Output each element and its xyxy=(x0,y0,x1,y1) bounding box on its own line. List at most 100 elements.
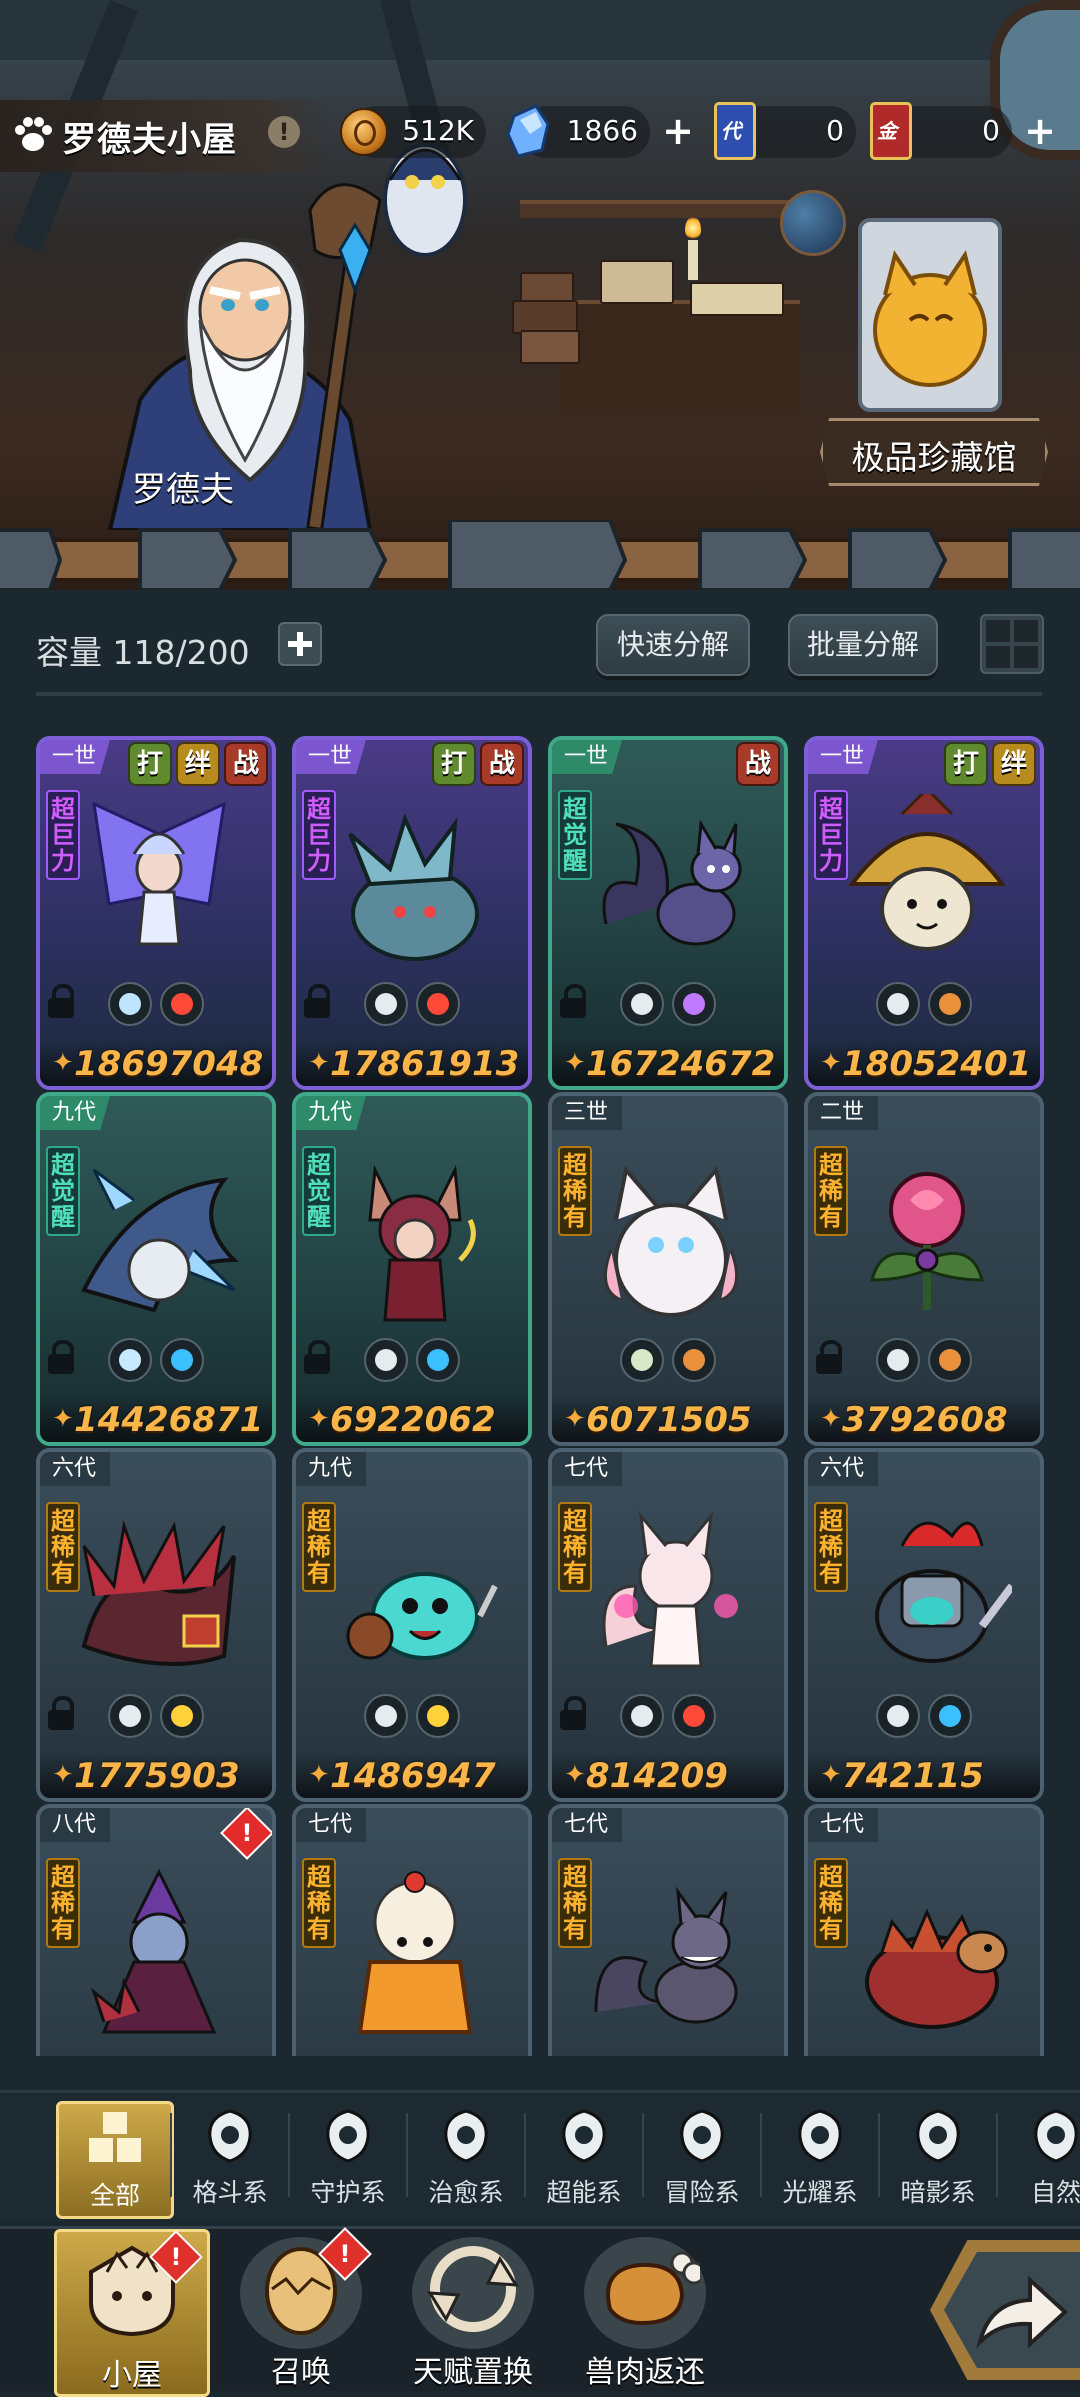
grid-view-button[interactable] xyxy=(980,614,1044,674)
category-label: 光耀系 xyxy=(782,2178,858,2207)
power-icon: ✦ xyxy=(820,1048,842,1078)
category-tab[interactable]: 冒险系 xyxy=(646,2101,758,2213)
pet-portrait xyxy=(81,1168,239,1313)
generation-label: 三世 xyxy=(552,1096,623,1130)
lock-icon[interactable] xyxy=(304,984,330,1018)
lock-icon[interactable] xyxy=(48,1696,74,1730)
golden-cat-statue xyxy=(858,218,1002,412)
category-tab[interactable]: 守护系 xyxy=(292,2101,404,2213)
pet-card[interactable]: 八代! 超稀有 xyxy=(36,1804,276,2056)
quick-decompose-button[interactable]: 快速分解 xyxy=(596,614,750,676)
nav-summon[interactable]: 召唤! xyxy=(226,2227,376,2391)
pet-card[interactable]: 六代 超稀有 ✦ 742115 xyxy=(804,1448,1044,1802)
nav-hut[interactable]: 小屋! xyxy=(54,2229,210,2397)
power-icon: ✦ xyxy=(820,1760,842,1790)
expand-capacity-button[interactable] xyxy=(278,622,322,666)
fist-icon xyxy=(208,2109,252,2163)
trait-tag: 战 xyxy=(480,742,524,786)
power-icon: ✦ xyxy=(820,1404,842,1434)
element-icons xyxy=(876,982,972,1026)
power-bar: ✦ 742115 xyxy=(808,1752,1040,1798)
category-label: 守护系 xyxy=(310,2178,386,2207)
generation-label: 七代 xyxy=(296,1808,367,1842)
globe xyxy=(780,190,846,256)
pet-card[interactable]: 九代 超觉醒 ✦ 14426871 xyxy=(36,1092,276,1446)
trait-tag: 战 xyxy=(736,742,780,786)
pet-card[interactable]: 一世打绊超巨力 ✦ 18052401 xyxy=(804,736,1044,1090)
lock-icon[interactable] xyxy=(560,984,586,1018)
generation-label: 九代 xyxy=(296,1096,367,1130)
tab-separator xyxy=(288,2113,290,2197)
pet-portrait xyxy=(602,819,742,946)
pet-card[interactable]: 六代 超稀有 ✦ 1775903 xyxy=(36,1448,276,1802)
generation-label: 七代 xyxy=(552,1808,623,1842)
earth-icon xyxy=(928,1338,972,1382)
pet-card[interactable]: 七代 超稀有 ✦ 814209 xyxy=(548,1448,788,1802)
category-tab[interactable]: 超能系 xyxy=(528,2101,640,2213)
category-label: 冒险系 xyxy=(664,2178,740,2207)
power-value: 18697048 xyxy=(74,1044,264,1084)
trait-tag: 打 xyxy=(128,742,172,786)
power-value: 1775903 xyxy=(74,1756,240,1796)
trait-tag: 打 xyxy=(944,742,988,786)
coin-value: 512K xyxy=(402,114,474,147)
category-label: 超能系 xyxy=(546,2178,622,2207)
pet-portrait xyxy=(594,1886,738,2024)
pet-card[interactable]: 七代 超稀有 xyxy=(292,1804,532,2056)
pet-card[interactable]: 七代 超稀有 xyxy=(804,1804,1044,2056)
category-label: 自然 xyxy=(1030,2178,1080,2207)
trait-tag: 绊 xyxy=(992,742,1036,786)
power-bar: ✦ 18697048 xyxy=(40,1040,272,1086)
hut-title-plate: 罗德夫小屋 ! xyxy=(0,100,330,172)
power-value: 14426871 xyxy=(74,1400,264,1440)
category-tab[interactable]: 全部 xyxy=(56,2101,174,2219)
category-tabs: 全部 格斗系 守护系 治愈系 超能系 冒险系 光耀系 暗影系 自然 xyxy=(0,2090,1080,2221)
power-value: 742115 xyxy=(842,1756,984,1796)
add-gold-card-button[interactable]: + xyxy=(1024,112,1056,150)
earth-icon xyxy=(928,982,972,1026)
element-icons xyxy=(876,1694,972,1738)
pet-grid: 一世打绊战超巨力 ✦ 18697048 一世打战超巨力 ✦ 17861913 一世战超觉醒 ✦… xyxy=(36,736,1046,2056)
fire-icon xyxy=(160,982,204,1026)
generation-label: 二世 xyxy=(808,1096,879,1130)
pet-card[interactable]: 二世 超稀有 ✦ 3792608 xyxy=(804,1092,1044,1446)
power-value: 814209 xyxy=(586,1756,728,1796)
category-tab[interactable]: 暗影系 xyxy=(882,2101,994,2213)
pet-card[interactable]: 一世打绊战超巨力 ✦ 18697048 xyxy=(36,736,276,1090)
pet-card[interactable]: 三世 超稀有 ✦ 6071505 xyxy=(548,1092,788,1446)
category-tab[interactable]: 治愈系 xyxy=(410,2101,522,2213)
info-icon[interactable]: ! xyxy=(268,116,300,148)
nav-meat-refund[interactable]: 兽肉返还 xyxy=(570,2229,720,2391)
power-bar: ✦ 16724672 xyxy=(552,1040,784,1086)
book xyxy=(512,300,578,334)
pet-card[interactable]: 七代 超稀有 xyxy=(548,1804,788,2056)
category-tab[interactable]: 格斗系 xyxy=(174,2101,286,2213)
add-crystal-button[interactable]: + xyxy=(662,112,694,150)
pet-card[interactable]: 九代 超觉醒 ✦ 6922062 xyxy=(292,1092,532,1446)
category-tab[interactable]: 自然 xyxy=(1000,2101,1080,2213)
museum-button[interactable]: 极品珍藏馆 xyxy=(820,418,1048,486)
lock-icon[interactable] xyxy=(304,1340,330,1374)
lock-icon[interactable] xyxy=(560,1696,586,1730)
nav-talent-swap[interactable]: 天赋置换 xyxy=(398,2229,548,2391)
category-tab[interactable]: 光耀系 xyxy=(764,2101,876,2213)
generation-label: 一世 xyxy=(808,740,879,774)
pet-portrait xyxy=(847,794,1007,951)
pet-portrait xyxy=(870,1172,984,1310)
element-icons xyxy=(108,1338,204,1382)
wooden-fence xyxy=(0,520,1080,590)
lock-icon[interactable] xyxy=(48,984,74,1018)
lock-icon[interactable] xyxy=(816,1340,842,1374)
category-label: 治愈系 xyxy=(428,2178,504,2207)
power-icon: ✦ xyxy=(308,1760,330,1790)
tab-separator xyxy=(524,2113,526,2197)
lock-icon[interactable] xyxy=(48,1340,74,1374)
generation-label: 六代 xyxy=(40,1452,111,1486)
category-label: 格斗系 xyxy=(192,2178,268,2207)
pet-card[interactable]: 一世战超觉醒 ✦ 16724672 xyxy=(548,736,788,1090)
pet-card[interactable]: 一世打战超巨力 ✦ 17861913 xyxy=(292,736,532,1090)
pet-card[interactable]: 九代 超稀有 ✦ 1486947 xyxy=(292,1448,532,1802)
tab-separator xyxy=(760,2113,762,2197)
trait-tags: 打战 xyxy=(432,742,524,786)
batch-decompose-button[interactable]: 批量分解 xyxy=(788,614,938,676)
